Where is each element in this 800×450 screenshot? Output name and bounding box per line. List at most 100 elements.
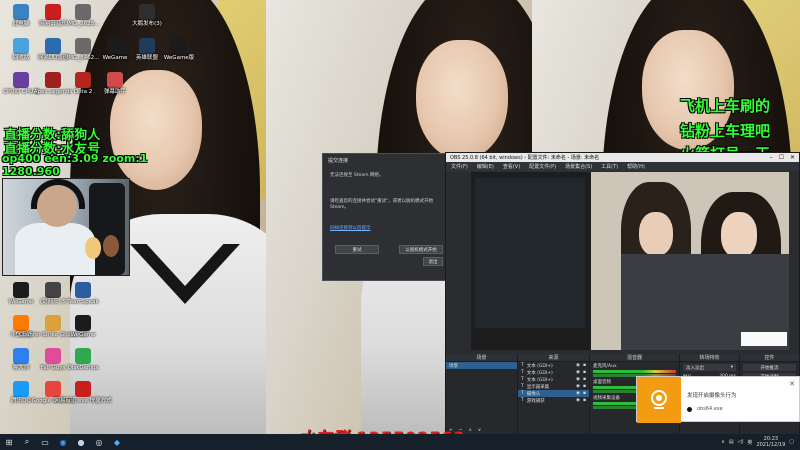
retry-button[interactable]: 重试: [335, 245, 379, 254]
chevron-up-icon[interactable]: ∧: [721, 439, 725, 445]
desktop-icon-label: DiskGenius: [67, 365, 99, 371]
desktop-icon-wegame-icon[interactable]: WeGame版: [162, 38, 196, 61]
edge-icon[interactable]: ◉: [54, 434, 72, 450]
desktop-icon-game-icon[interactable]: (剑网三) 5: [36, 282, 70, 305]
obs-preview[interactable]: [471, 172, 789, 350]
minimize-icon[interactable]: –: [770, 154, 773, 161]
computer-icon: [13, 4, 29, 20]
desktop-icon-label: 网易云音乐: [39, 21, 67, 27]
eye-icon[interactable]: ◉: [576, 398, 580, 403]
eye-icon[interactable]: ◉: [576, 377, 580, 382]
clock[interactable]: 20:23 2021/12/19: [756, 436, 785, 448]
up-icon[interactable]: ∧: [469, 428, 472, 433]
eye-icon[interactable]: ◉: [576, 391, 580, 396]
eye-icon[interactable]: ◉: [576, 370, 580, 375]
desktop-icon-recycle-icon[interactable]: 回收站: [4, 38, 38, 61]
lock-icon[interactable]: ▪: [583, 377, 586, 382]
close-icon[interactable]: ✕: [790, 154, 795, 161]
scene-item-label: 场景: [449, 363, 458, 369]
desktop-icon-wegame-icon[interactable]: WeGame: [4, 282, 38, 305]
desktop-icon-image-icon[interactable]: IMG_2628...: [66, 4, 100, 27]
quit-button[interactable]: 退出: [423, 257, 443, 266]
image-icon: [75, 38, 91, 54]
source-item[interactable]: T 摄像头 ◉ ▪: [518, 390, 589, 397]
control-button[interactable]: 开始推流: [743, 364, 796, 371]
obs-menu-item[interactable]: 查看(V): [503, 163, 520, 170]
lock-icon[interactable]: ▪: [583, 398, 586, 403]
source-item[interactable]: T 游戏捕获 ◉ ▪: [518, 397, 589, 404]
offline-button[interactable]: 以脱机模式开始: [399, 245, 443, 254]
source-item[interactable]: T 显示器采集 ◉ ▪: [518, 383, 589, 390]
mixer-header: 混音器: [590, 354, 679, 362]
obs-menu-item[interactable]: 帮助(H): [627, 163, 645, 170]
desktop-icon-music-icon[interactable]: 网易云音乐: [36, 4, 70, 27]
lock-icon[interactable]: ▪: [583, 391, 586, 396]
wegame-icon: [13, 282, 29, 298]
desktop-icon-computer-icon[interactable]: 此电脑: [4, 4, 38, 27]
text-source-icon: T: [521, 398, 524, 403]
start-icon[interactable]: ⊞: [0, 434, 18, 450]
audio-meter[interactable]: [593, 370, 676, 373]
maximize-icon[interactable]: ☐: [779, 154, 784, 161]
language-indicator[interactable]: 英: [747, 439, 752, 446]
close-icon[interactable]: ✕: [789, 380, 795, 388]
desktop-icon-wegame-icon[interactable]: WeGame: [66, 315, 100, 338]
desktop-icon-csgo-icon[interactable]: Counter-Strike Global Off: [19, 315, 87, 338]
desktop-icon-label: 腾讯QQ: [11, 398, 31, 404]
desktop-icon-speed-icon[interactable]: 网易UU加速: [36, 38, 70, 61]
eye-icon[interactable]: ◉: [576, 384, 580, 389]
desktop-icon-teamspeak-icon[interactable]: TeamSpeak: [66, 282, 100, 305]
desktop-icon-label: WeGame: [102, 55, 128, 61]
source-label: 文本 (GDI+): [526, 363, 553, 369]
desktop-icon-label: 鲁大师: [12, 365, 30, 371]
teamspeak-icon: [75, 282, 91, 298]
lock-icon[interactable]: ▪: [583, 384, 586, 389]
obs-menu-item[interactable]: 编辑(E): [477, 163, 494, 170]
network-icon[interactable]: ▤: [729, 439, 734, 445]
camera-notification[interactable]: 发现开启摄像头行为 obs64.exe ✕: [636, 376, 800, 423]
notification-app: obs64.exe: [697, 406, 723, 412]
desktop-icon-lol-icon[interactable]: 英雄联盟: [130, 38, 164, 61]
source-item[interactable]: T 文本 (GDI+) ◉ ▪: [518, 369, 589, 376]
obs-menu-item[interactable]: 工具(T): [601, 163, 618, 170]
recycle-icon: [13, 38, 29, 54]
search-icon[interactable]: ⌕: [18, 434, 36, 450]
taskview-icon[interactable]: ▭: [36, 434, 54, 450]
dialog-link[interactable]: 同样连接到以后提示: [323, 225, 447, 231]
desktop-icon-dota-icon[interactable]: Dota 2: [66, 72, 100, 95]
transition-select[interactable]: 淡入淡出 ▾: [683, 364, 736, 371]
desktop-icon-wegame-icon[interactable]: WeGame: [98, 38, 132, 61]
source-label: 显示器采集: [526, 384, 550, 390]
desktop-icon-game-icon[interactable]: 大鹅发布(3): [130, 4, 164, 27]
dialog-message: 无法连接至 Steam 网络。: [330, 173, 384, 178]
obs-menu-item[interactable]: 场景集合(S): [565, 163, 592, 170]
scene-item[interactable]: 场景: [446, 362, 517, 369]
wegame-icon: [171, 38, 187, 54]
source-item[interactable]: T 文本 (GDI+) ◉ ▪: [518, 376, 589, 383]
steam-icon[interactable]: ●: [72, 434, 90, 450]
desktop-icon-youdao-icon[interactable]: 网易有道.exe 快捷方式: [54, 381, 112, 404]
source-item[interactable]: T 文本 (GDI+) ◉ ▪: [518, 362, 589, 369]
eye-icon[interactable]: ◉: [576, 363, 580, 368]
obs-menu-item[interactable]: 配置文件(P): [529, 163, 556, 170]
lock-icon[interactable]: ▪: [583, 370, 586, 375]
desktop-icon-apex-icon[interactable]: Apex Legends: [34, 72, 72, 95]
desktop-icon-fallguys-icon[interactable]: Fall Guys: [36, 348, 70, 371]
lock-icon[interactable]: ▪: [583, 363, 586, 368]
youdao-icon: [75, 381, 91, 397]
text-source-icon: T: [521, 384, 524, 389]
desktop-icon-image-icon[interactable]: IMG_8462...: [66, 38, 100, 61]
desktop-icon-ludashi-icon[interactable]: 鲁大师: [4, 348, 38, 371]
notification-center-icon[interactable]: ▢: [789, 439, 794, 445]
desktop-icon-label: IMG_2628...: [66, 21, 100, 27]
volume-icon[interactable]: ◁): [738, 439, 744, 445]
webcam-feed: [2, 178, 130, 276]
down-icon[interactable]: ∨: [478, 428, 481, 433]
qq-icon[interactable]: ◆: [108, 434, 126, 450]
obs-icon[interactable]: ◎: [90, 434, 108, 450]
obs-menu-item[interactable]: 文件(F): [451, 163, 468, 170]
text-source-icon: T: [521, 377, 524, 382]
desktop-icon-chat-icon[interactable]: 弹幕助手: [98, 72, 132, 95]
source-label: 游戏捕获: [526, 398, 545, 404]
desktop-icon-disk-icon[interactable]: DiskGenius: [66, 348, 100, 371]
